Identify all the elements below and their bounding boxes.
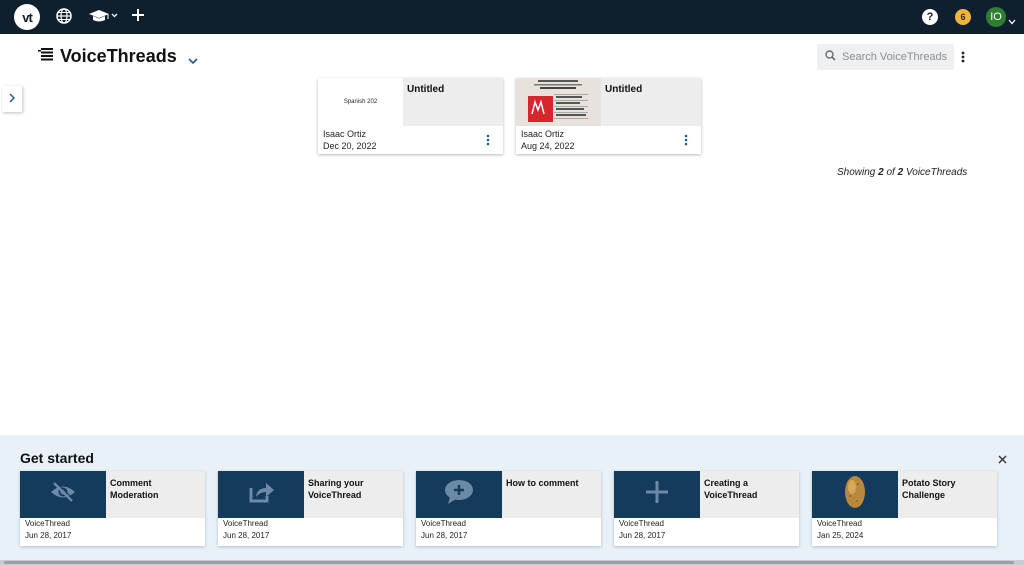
tutorial-author: VoiceThread bbox=[223, 519, 268, 528]
chevron-down-icon[interactable] bbox=[1008, 12, 1016, 30]
plus-icon bbox=[645, 480, 669, 509]
thread-author: Isaac Ortiz bbox=[521, 129, 565, 139]
scrollbar-thumb[interactable] bbox=[4, 561, 1014, 564]
tutorial-thumbnail[interactable] bbox=[20, 471, 106, 518]
shown-count: 2 bbox=[878, 167, 884, 178]
more-options-icon[interactable] bbox=[486, 133, 490, 151]
tutorial-card[interactable]: Sharing your VoiceThread VoiceThread Jun… bbox=[218, 471, 403, 546]
voicethread-card[interactable]: Spanish 202 Untitled Isaac Ortiz Dec 20,… bbox=[318, 78, 503, 154]
tutorial-author: VoiceThread bbox=[619, 519, 664, 528]
eye-slash-icon bbox=[49, 481, 77, 508]
tutorial-title-area: Potato Story Challenge bbox=[898, 471, 997, 518]
tutorial-date: Jun 28, 2017 bbox=[223, 531, 270, 540]
search-icon bbox=[825, 48, 836, 66]
tutorial-date: Jun 28, 2017 bbox=[619, 531, 666, 540]
tutorial-author: VoiceThread bbox=[421, 519, 466, 528]
tutorial-title[interactable]: Creating a VoiceThread bbox=[704, 477, 774, 501]
more-options-icon[interactable] bbox=[961, 50, 965, 68]
tutorial-title[interactable]: How to comment bbox=[506, 477, 596, 489]
tutorial-author: VoiceThread bbox=[25, 519, 70, 528]
potato-icon bbox=[842, 474, 868, 515]
thumbnail-text: Spanish 202 bbox=[343, 99, 378, 105]
sidebar-toggle[interactable] bbox=[2, 86, 22, 112]
tutorial-author: VoiceThread bbox=[817, 519, 862, 528]
thread-date: Dec 20, 2022 bbox=[323, 141, 377, 151]
tutorial-title-area: Sharing your VoiceThread bbox=[304, 471, 403, 518]
chevron-right-icon bbox=[9, 90, 16, 108]
slide-preview-image bbox=[516, 78, 601, 126]
tutorial-thumbnail[interactable] bbox=[812, 471, 898, 518]
showing-suffix: VoiceThreads bbox=[905, 167, 968, 178]
more-options-icon[interactable] bbox=[684, 133, 688, 151]
thread-thumbnail[interactable] bbox=[516, 78, 601, 126]
tutorial-card[interactable]: How to comment VoiceThread Jun 28, 2017 bbox=[416, 471, 601, 546]
results-count: Showing 2 of 2 VoiceThreads bbox=[837, 167, 967, 178]
tutorial-date: Jun 28, 2017 bbox=[25, 531, 72, 540]
get-started-panel: Get started Comment Moderation VoiceThre… bbox=[0, 435, 1024, 565]
tutorial-title[interactable]: Sharing your VoiceThread bbox=[308, 477, 378, 501]
tutorial-thumbnail[interactable] bbox=[614, 471, 700, 518]
thread-author: Isaac Ortiz bbox=[323, 129, 367, 139]
graduation-cap-icon[interactable] bbox=[89, 8, 119, 24]
thread-title[interactable]: Untitled bbox=[407, 84, 444, 95]
share-icon bbox=[247, 480, 275, 509]
title-area: Untitled bbox=[601, 78, 701, 126]
get-started-title: Get started bbox=[20, 450, 94, 466]
search-box[interactable] bbox=[817, 44, 954, 70]
tutorial-card[interactable]: Creating a VoiceThread VoiceThread Jun 2… bbox=[614, 471, 799, 546]
page-title: VoiceThreads bbox=[60, 46, 177, 66]
globe-icon[interactable] bbox=[56, 8, 72, 24]
total-count: 2 bbox=[897, 167, 904, 178]
search-input[interactable] bbox=[842, 51, 950, 63]
voicethread-logo[interactable]: vt bbox=[14, 4, 40, 30]
notification-badge[interactable]: 6 bbox=[955, 9, 971, 25]
tutorial-title-area: Comment Moderation bbox=[106, 471, 205, 518]
tutorial-date: Jan 25, 2024 bbox=[817, 531, 864, 540]
showing-prefix: Showing bbox=[837, 167, 876, 178]
thread-title[interactable]: Untitled bbox=[605, 84, 642, 95]
tutorial-card[interactable]: Comment Moderation VoiceThread Jun 28, 2… bbox=[20, 471, 205, 546]
tutorial-title[interactable]: Comment Moderation bbox=[110, 477, 190, 501]
tutorial-title-area: How to comment bbox=[502, 471, 601, 518]
close-icon[interactable] bbox=[998, 451, 1007, 469]
top-navigation-bar: vt ? 6 IO bbox=[0, 0, 1024, 34]
tutorial-title-area: Creating a VoiceThread bbox=[700, 471, 799, 518]
thread-date: Aug 24, 2022 bbox=[521, 141, 575, 151]
plus-icon[interactable] bbox=[131, 8, 145, 22]
tutorial-thumbnail[interactable] bbox=[416, 471, 502, 518]
help-button[interactable]: ? bbox=[922, 9, 938, 25]
voicethread-stack-icon bbox=[38, 46, 54, 67]
tutorial-title[interactable]: Potato Story Challenge bbox=[902, 477, 972, 501]
tutorial-thumbnail[interactable] bbox=[218, 471, 304, 518]
comment-plus-icon bbox=[444, 479, 474, 510]
showing-of: of bbox=[886, 167, 895, 178]
user-avatar[interactable]: IO bbox=[986, 7, 1006, 27]
thread-thumbnail[interactable]: Spanish 202 bbox=[318, 78, 403, 126]
title-area: Untitled bbox=[403, 78, 503, 126]
voicethread-card[interactable]: Untitled Isaac Ortiz Aug 24, 2022 bbox=[516, 78, 701, 154]
page-header: VoiceThreads bbox=[38, 46, 177, 67]
tutorial-card[interactable]: Potato Story Challenge VoiceThread Jan 2… bbox=[812, 471, 997, 546]
chevron-down-icon[interactable] bbox=[188, 52, 198, 70]
tutorial-date: Jun 28, 2017 bbox=[421, 531, 468, 540]
